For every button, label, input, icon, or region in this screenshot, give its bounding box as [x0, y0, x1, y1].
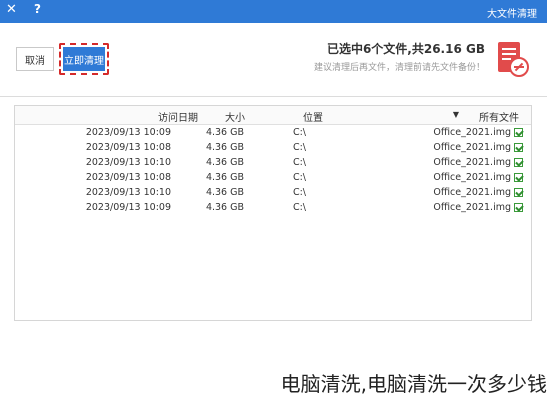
- row-checkbox[interactable]: [514, 128, 523, 137]
- row-checkbox[interactable]: [514, 203, 523, 212]
- header-panel: 取消 立即清理 已选中6个文件,共26.16 GB 建议清理后再文件，清理前请先…: [0, 23, 547, 95]
- file-location: C:\: [292, 127, 306, 138]
- caption-text: 电脑清洗,电脑清洗一次多少钱: [280, 372, 547, 396]
- file-name: Office_2021.img: [433, 142, 511, 153]
- column-header-size[interactable]: 大小: [225, 109, 245, 124]
- file-name: Office_2021.img: [433, 172, 511, 183]
- file-size: 4.36 GB: [205, 142, 244, 153]
- clean-now-button[interactable]: 立即清理: [63, 47, 105, 71]
- file-table: 所有文件 ▼ 位置 大小 访问日期 Office_2021.img C:\ 4.…: [14, 105, 532, 321]
- file-date: 2023/09/13 10:10: [85, 187, 171, 198]
- table-header: 所有文件 ▼ 位置 大小 访问日期: [15, 106, 531, 125]
- file-location: C:\: [292, 187, 306, 198]
- close-icon[interactable]: ✕: [6, 2, 17, 17]
- table-row[interactable]: Office_2021.img C:\ 4.36 GB 2023/09/13 1…: [15, 155, 531, 170]
- row-checkbox[interactable]: [514, 143, 523, 152]
- column-header-name[interactable]: 所有文件: [479, 109, 519, 124]
- file-name: Office_2021.img: [433, 187, 511, 198]
- file-size: 4.36 GB: [205, 127, 244, 138]
- file-date: 2023/09/13 10:08: [85, 142, 171, 153]
- summary-title: 已选中6个文件,共26.16 GB: [326, 42, 485, 56]
- file-location: C:\: [292, 202, 306, 213]
- file-name: Office_2021.img: [433, 202, 511, 213]
- summary-subtitle: 建议清理后再文件，清理前请先文件备份！: [313, 63, 485, 73]
- file-date: 2023/09/13 10:09: [85, 127, 171, 138]
- file-date: 2023/09/13 10:09: [85, 202, 171, 213]
- file-location: C:\: [292, 142, 306, 153]
- window-title: 大文件清理: [487, 9, 537, 20]
- title-bar: ✕ ? 大文件清理: [0, 0, 547, 23]
- sort-dropdown-icon[interactable]: ▼: [453, 110, 459, 119]
- column-header-location[interactable]: 位置: [303, 109, 323, 124]
- table-row[interactable]: Office_2021.img C:\ 4.36 GB 2023/09/13 1…: [15, 140, 531, 155]
- table-row[interactable]: Office_2021.img C:\ 4.36 GB 2023/09/13 1…: [15, 200, 531, 215]
- table-row[interactable]: Office_2021.img C:\ 4.36 GB 2023/09/13 1…: [15, 185, 531, 200]
- clean-button-highlight: 立即清理: [59, 43, 109, 75]
- file-name: Office_2021.img: [433, 157, 511, 168]
- row-checkbox[interactable]: [514, 188, 523, 197]
- help-icon[interactable]: ?: [34, 2, 41, 16]
- file-name: Office_2021.img: [433, 127, 511, 138]
- column-header-date[interactable]: 访问日期: [158, 109, 198, 124]
- file-date: 2023/09/13 10:08: [85, 172, 171, 183]
- table-row[interactable]: Office_2021.img C:\ 4.36 GB 2023/09/13 1…: [15, 125, 531, 140]
- file-size: 4.36 GB: [205, 187, 244, 198]
- cancel-button[interactable]: 取消: [16, 47, 54, 71]
- file-size: 4.36 GB: [205, 157, 244, 168]
- row-checkbox[interactable]: [514, 173, 523, 182]
- row-checkbox[interactable]: [514, 158, 523, 167]
- file-size: 4.36 GB: [205, 202, 244, 213]
- file-location: C:\: [292, 157, 306, 168]
- file-date: 2023/09/13 10:10: [85, 157, 171, 168]
- file-size: 4.36 GB: [205, 172, 244, 183]
- file-location: C:\: [292, 172, 306, 183]
- table-row[interactable]: Office_2021.img C:\ 4.36 GB 2023/09/13 1…: [15, 170, 531, 185]
- header-divider: [0, 96, 547, 97]
- cleanup-app-icon: [498, 42, 529, 77]
